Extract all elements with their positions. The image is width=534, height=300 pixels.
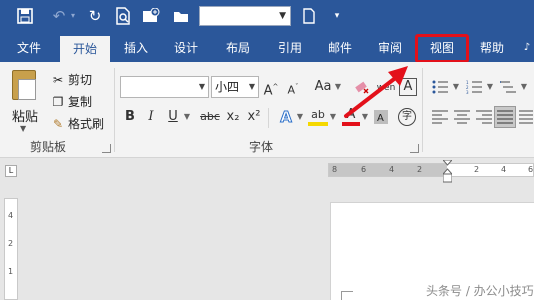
underline-icon: U bbox=[168, 109, 178, 124]
undo-icon[interactable]: ↶ bbox=[48, 5, 70, 27]
tab-references[interactable]: 引用 bbox=[270, 34, 310, 62]
highlighter-icon: ab bbox=[311, 108, 325, 121]
tab-layout[interactable]: 布局 bbox=[218, 34, 258, 62]
align-right-icon[interactable] bbox=[474, 106, 494, 128]
scissors-icon: ✂ bbox=[52, 73, 64, 87]
tab-help[interactable]: 帮助 bbox=[472, 34, 512, 62]
font-launcher-icon[interactable] bbox=[410, 144, 419, 153]
customize-qat-icon[interactable]: ▾ bbox=[330, 5, 344, 27]
numbering-dropdown-icon[interactable]: ▼ bbox=[486, 76, 494, 98]
grow-font-button[interactable]: A^ bbox=[262, 76, 280, 98]
ruler-margin-area bbox=[329, 164, 447, 176]
subscript-button[interactable]: x₂ bbox=[224, 106, 242, 128]
clipboard-group-label: 剪贴板 bbox=[30, 140, 67, 154]
text-effects-icon: A bbox=[280, 108, 293, 127]
touch-mode-icon[interactable] bbox=[140, 5, 162, 27]
vertical-ruler[interactable]: 4 2 1 bbox=[4, 198, 18, 300]
divider bbox=[268, 108, 269, 128]
tab-selector-icon[interactable]: L bbox=[5, 165, 17, 177]
quick-access-toolbar: ↶ ▾ ↻ ▼ ▾ bbox=[0, 0, 534, 34]
text-effects-dropdown-icon[interactable]: ▼ bbox=[296, 106, 304, 128]
bold-button[interactable]: B bbox=[122, 106, 138, 128]
redo-icon[interactable]: ↻ bbox=[84, 5, 106, 27]
watermark-text: 头条号 / 办公小技巧 bbox=[426, 284, 534, 298]
print-preview-icon[interactable] bbox=[112, 5, 134, 27]
bullets-dropdown-icon[interactable]: ▼ bbox=[452, 76, 460, 98]
indent-marker-icon[interactable] bbox=[443, 160, 452, 184]
ruler-tick: 4 bbox=[8, 211, 14, 220]
bold-icon: B bbox=[125, 109, 135, 124]
ruler-tick: 8 bbox=[332, 165, 338, 174]
ruler-tick: 4 bbox=[501, 165, 507, 174]
change-case-icon: Aa bbox=[314, 79, 332, 94]
folder-icon[interactable] bbox=[170, 5, 192, 27]
save-icon[interactable] bbox=[14, 5, 36, 27]
ruler-tick: 4 bbox=[389, 165, 395, 174]
strikethrough-icon: abc bbox=[200, 110, 220, 123]
qat-font-name-box[interactable]: ▼ bbox=[199, 6, 291, 26]
tab-design[interactable]: 设计 bbox=[166, 34, 206, 62]
ruler-tick: 6 bbox=[361, 165, 367, 174]
horizontal-ruler[interactable]: 8 6 4 2 2 4 6 bbox=[328, 163, 534, 177]
align-center-icon[interactable] bbox=[452, 106, 472, 128]
italic-icon: I bbox=[148, 109, 154, 124]
subscript-icon: x₂ bbox=[226, 109, 240, 124]
distributed-align-icon[interactable] bbox=[518, 106, 534, 128]
cut-button[interactable]: ✂ 剪切 bbox=[50, 70, 92, 90]
highlight-button[interactable]: ab bbox=[308, 106, 328, 126]
paintbrush-icon: ✎ bbox=[52, 117, 64, 131]
chevron-down-icon: ▼ bbox=[279, 11, 286, 21]
lightbulb-icon[interactable]: ♪ bbox=[520, 34, 534, 62]
superscript-button[interactable]: x² bbox=[245, 106, 263, 128]
underline-button[interactable]: U bbox=[165, 106, 181, 128]
font-name-combo[interactable]: ▼ bbox=[120, 76, 209, 98]
strikethrough-button[interactable]: abc bbox=[198, 106, 222, 128]
ruler-tick: 2 bbox=[474, 165, 480, 174]
format-painter-button[interactable]: ✎ 格式刷 bbox=[50, 114, 104, 134]
red-arrow-annotation bbox=[344, 66, 408, 118]
tab-home[interactable]: 开始 bbox=[60, 36, 110, 62]
clipboard-launcher-icon[interactable] bbox=[102, 144, 111, 153]
numbering-icon[interactable]: 123 bbox=[464, 76, 484, 98]
underline-dropdown-icon[interactable]: ▼ bbox=[183, 106, 191, 128]
ruler-tick: 1 bbox=[8, 267, 14, 276]
copy-button[interactable]: ❐ 复制 bbox=[50, 92, 92, 112]
justify-icon[interactable] bbox=[494, 106, 516, 128]
shrink-font-icon: A bbox=[287, 83, 296, 97]
superscript-icon: x² bbox=[247, 109, 261, 124]
multilevel-dropdown-icon[interactable]: ▼ bbox=[520, 76, 528, 98]
undo-dropdown-icon[interactable]: ▾ bbox=[68, 5, 78, 27]
paste-button-label[interactable]: 粘贴 bbox=[12, 106, 38, 125]
tab-insert[interactable]: 插入 bbox=[116, 34, 156, 62]
font-size-combo[interactable]: 小四 ▼ bbox=[211, 76, 259, 98]
new-document-icon[interactable] bbox=[298, 5, 320, 27]
copy-icon: ❐ bbox=[52, 95, 64, 109]
svg-text:3: 3 bbox=[466, 90, 469, 94]
cut-label: 剪切 bbox=[68, 73, 93, 87]
ruler-tick: 6 bbox=[528, 165, 534, 174]
tab-file[interactable]: 文件 bbox=[6, 34, 52, 62]
grow-font-icon: A bbox=[263, 83, 273, 99]
text-effects-button[interactable]: A bbox=[276, 106, 296, 128]
ruler-tick: 2 bbox=[417, 165, 423, 174]
font-group-label: 字体 bbox=[249, 140, 274, 154]
multilevel-list-icon[interactable] bbox=[498, 76, 518, 98]
group-divider bbox=[114, 68, 115, 152]
font-size-value: 小四 bbox=[215, 80, 240, 94]
chevron-down-icon: ▼ bbox=[198, 82, 205, 91]
format-painter-label: 格式刷 bbox=[68, 117, 105, 131]
ribbon-home-panel: 粘贴 ▼ ✂ 剪切 ❐ 复制 ✎ 格式刷 剪贴板 ▼ 小四 ▼ A^ Aˇ Aa ▼ … bbox=[0, 62, 534, 158]
shrink-font-button[interactable]: Aˇ bbox=[284, 76, 302, 98]
italic-button[interactable]: I bbox=[143, 106, 159, 128]
ruler-tick: 2 bbox=[8, 239, 14, 248]
chevron-down-icon: ▼ bbox=[248, 82, 255, 91]
paste-dropdown-icon[interactable]: ▼ bbox=[20, 124, 26, 133]
paste-icon[interactable] bbox=[12, 70, 36, 100]
margin-corner-mark bbox=[341, 291, 353, 300]
copy-label: 复制 bbox=[68, 95, 93, 109]
